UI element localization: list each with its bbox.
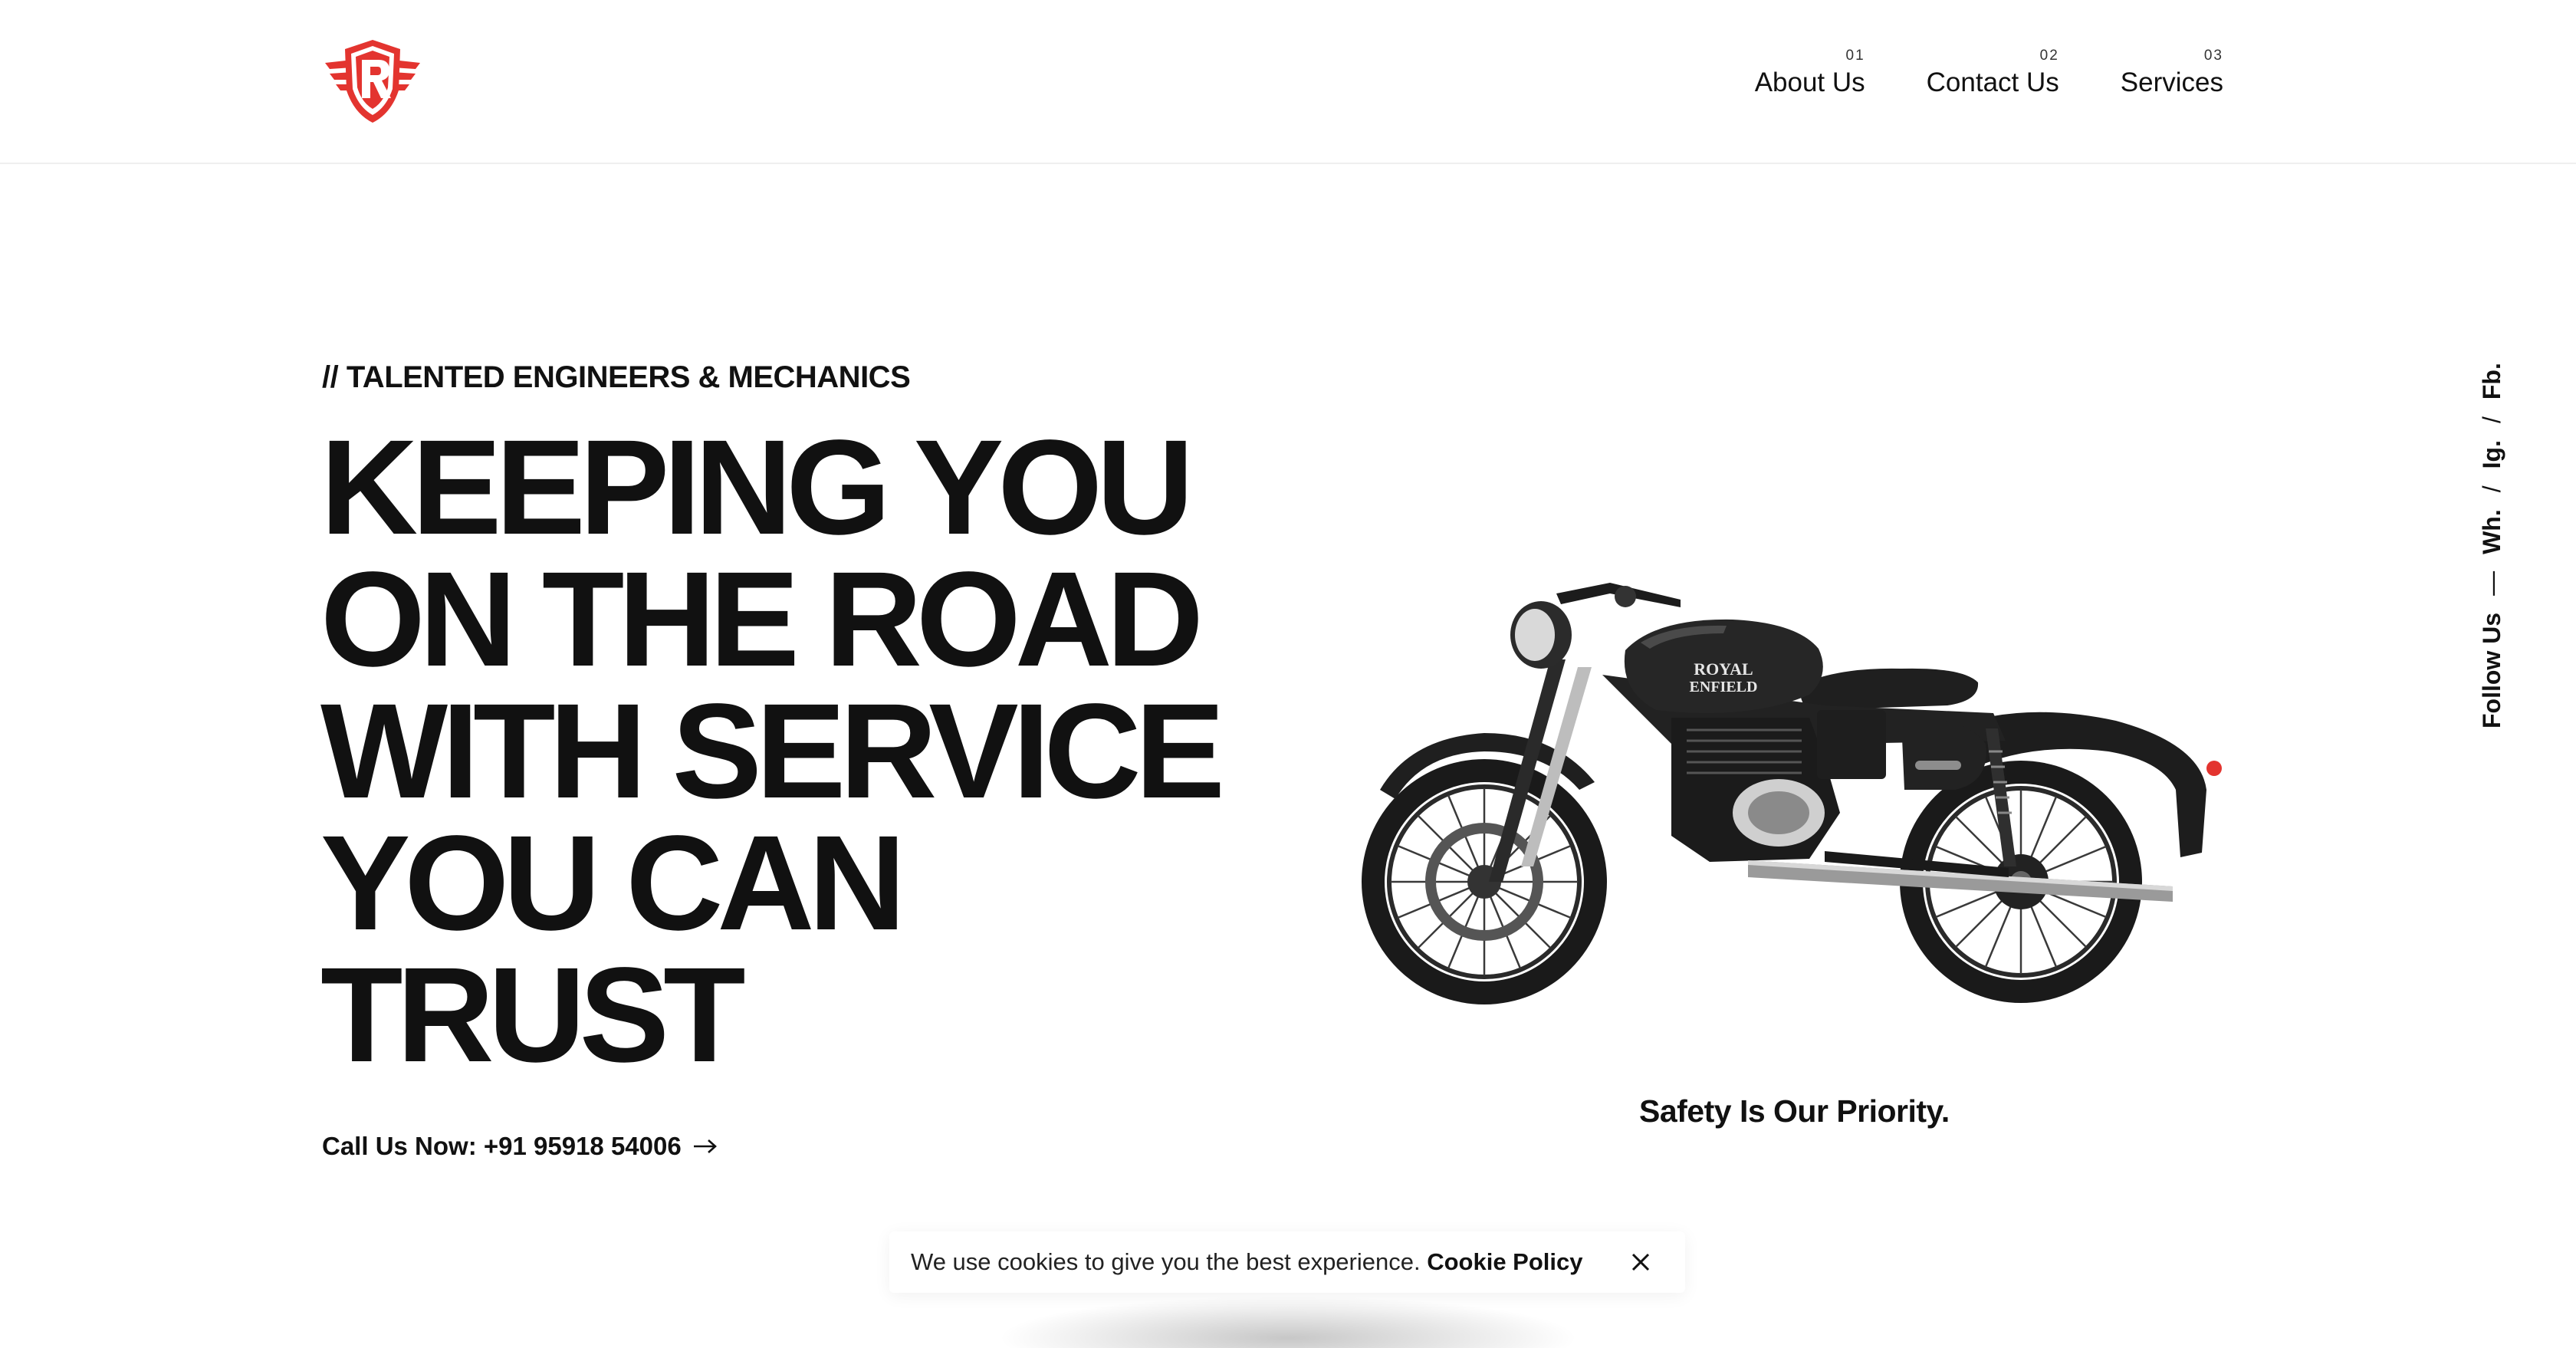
nav-about-us[interactable]: 01 About Us	[1755, 48, 1865, 98]
nav-label: Contact Us	[1926, 67, 2059, 97]
tank-badge-line2: ENFIELD	[1690, 679, 1758, 695]
headline-line: TRUST	[320, 940, 746, 1090]
nav-contact-us[interactable]: 02 Contact Us	[1927, 48, 2059, 98]
social-dash: —	[2478, 570, 2505, 596]
nav-number: 01	[1845, 48, 1865, 64]
call-us-label: Call Us Now: +91 95918 54006	[322, 1132, 682, 1160]
headline-line: YOU CAN	[320, 808, 906, 958]
call-us-link[interactable]: Call Us Now: +91 95918 54006	[322, 1132, 718, 1161]
nav-services[interactable]: 03 Services	[2121, 48, 2223, 98]
social-link-instagram[interactable]: Ig.	[2478, 440, 2506, 469]
page: 01 About Us 02 Contact Us 03 Services //…	[0, 0, 2576, 1348]
nav-number: 03	[2203, 48, 2223, 64]
hero-eyebrow: // TALENTED ENGINEERS & MECHANICS	[322, 360, 911, 394]
nav-label: About Us	[1754, 67, 1865, 97]
social-link-facebook[interactable]: Fb.	[2478, 363, 2506, 399]
front-wheel	[1362, 759, 1607, 1004]
arrow-right-icon	[693, 1139, 717, 1153]
motorcycle-image: ROYAL ENFIELD	[1362, 583, 2222, 1004]
headline-line: ON THE ROAD	[320, 544, 1204, 695]
hero-caption: Safety Is Our Priority.	[1639, 1093, 1950, 1129]
cookie-text: We use cookies to give you the best expe…	[911, 1248, 1583, 1276]
site-header: 01 About Us 02 Contact Us 03 Services	[0, 0, 2576, 164]
social-link-whatsapp[interactable]: Wh.	[2478, 509, 2506, 554]
cookie-policy-link[interactable]: Cookie Policy	[1427, 1248, 1582, 1275]
social-separator: /	[2478, 416, 2505, 424]
follow-us-label: Follow Us	[2478, 612, 2505, 728]
headline-line: KEEPING YOU	[320, 413, 1194, 563]
close-icon[interactable]	[1628, 1250, 1653, 1274]
tank-badge-line1: ROYAL	[1694, 659, 1753, 679]
logo-icon[interactable]	[322, 37, 423, 126]
cookie-message: We use cookies to give you the best expe…	[911, 1248, 1428, 1275]
main-nav: 01 About Us 02 Contact Us 03 Services	[1755, 48, 2223, 98]
cookie-banner-shadow	[997, 1296, 1579, 1348]
social-separator: /	[2478, 485, 2505, 493]
hero-headline: KEEPING YOU ON THE ROAD WITH SERVICE YOU…	[320, 413, 1317, 1090]
nav-number: 02	[2039, 48, 2059, 64]
cookie-banner: We use cookies to give you the best expe…	[889, 1231, 1685, 1293]
nav-label: Services	[2120, 67, 2223, 97]
headline-line: WITH SERVICE	[320, 676, 1225, 827]
